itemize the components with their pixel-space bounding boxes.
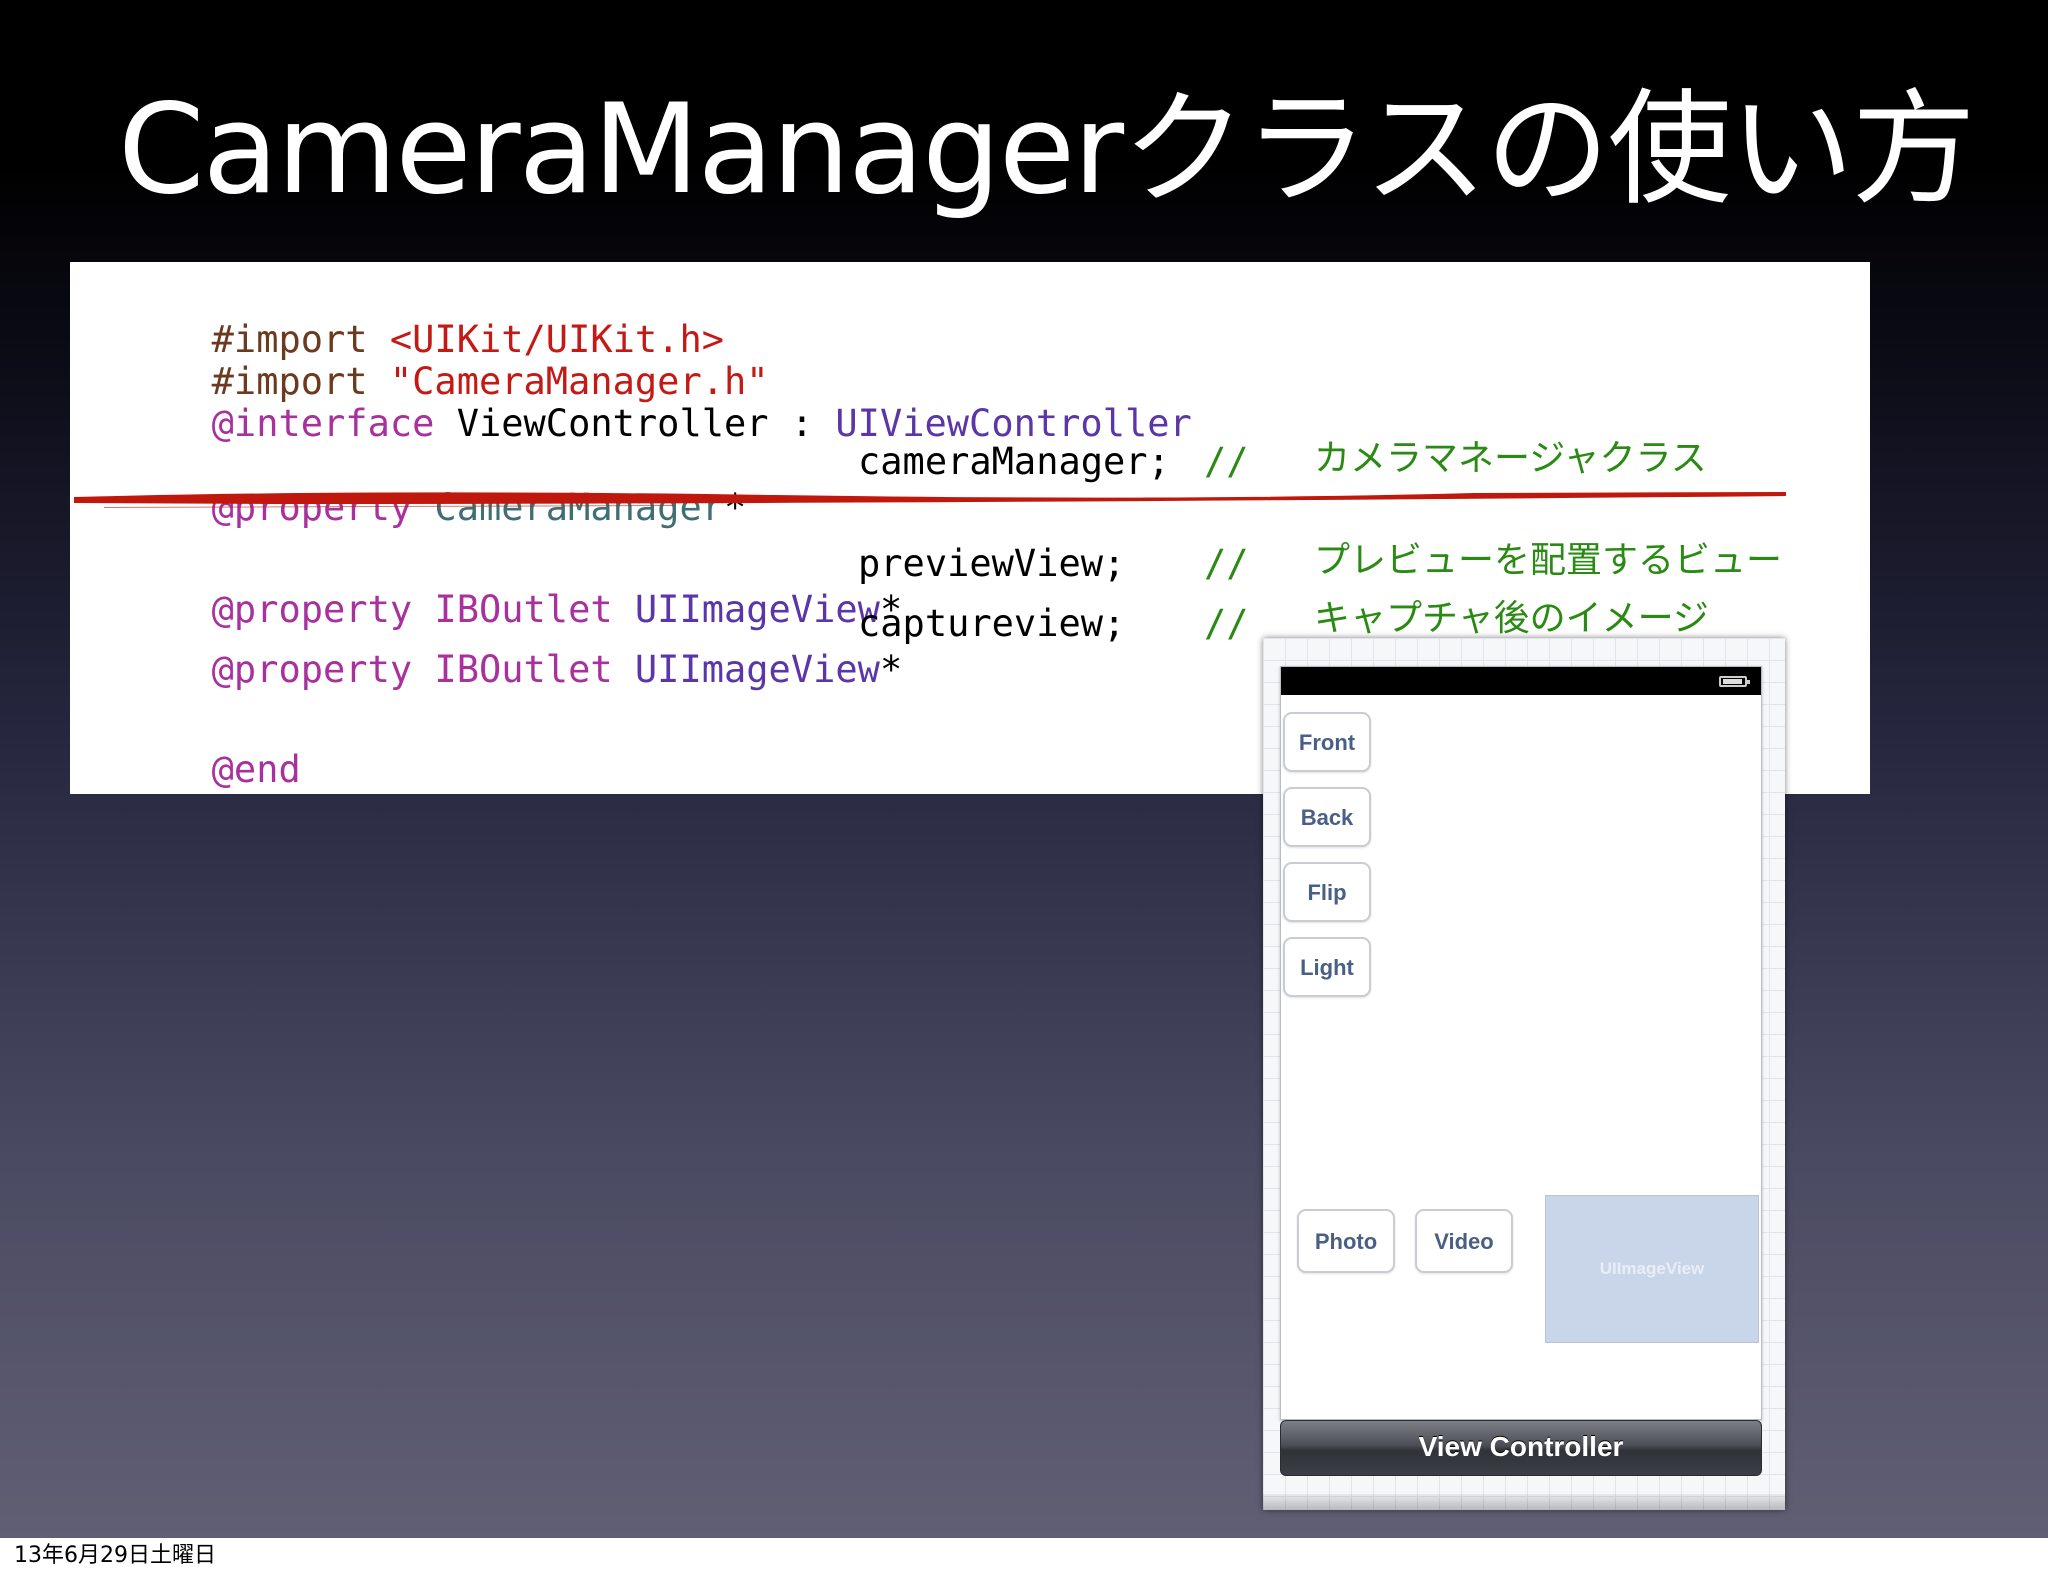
property-variable: captureview; [858, 602, 1126, 645]
pointer-star: * [879, 648, 903, 691]
property-type: UIImageView [612, 648, 880, 691]
slide: CameraManagerクラスの使い方 #import <UIKit/UIKi… [0, 0, 2048, 1538]
code-line-end: @end [78, 701, 301, 791]
comment-marker: // [1204, 602, 1249, 645]
storyboard-scene[interactable]: Front Back Flip Light Photo Video UIImag… [1263, 638, 1785, 1510]
slide-title: CameraManagerクラスの使い方 [118, 78, 1976, 222]
capture-image-view[interactable]: UIImageView [1545, 1195, 1759, 1343]
iboutlet-keyword: IBOutlet [412, 648, 613, 691]
light-button[interactable]: Light [1283, 937, 1371, 997]
comment-text: カメラマネージャクラス [1314, 438, 1707, 479]
battery-icon [1719, 676, 1750, 687]
property-variable: cameraManager; [858, 440, 1170, 483]
red-highlight-underline [74, 492, 1786, 508]
status-bar [1281, 667, 1761, 695]
end-keyword: @end [211, 748, 301, 791]
code-line-property-cameramanager: @property CameraManager* [78, 439, 747, 529]
code-line-property-previewview: @property IBOutlet UIImageView* [78, 541, 903, 631]
comment-text: キャプチャ後のイメージ [1314, 598, 1709, 639]
storyboard-bottom-shadow [1263, 1494, 1785, 1510]
code-line-import-uikit: #import <UIKit/UIKit.h> [78, 271, 724, 361]
comment-text: プレビューを配置するビュー [1314, 540, 1783, 581]
property-keyword: @property [211, 648, 413, 691]
back-button[interactable]: Back [1283, 787, 1371, 847]
flip-button[interactable]: Flip [1283, 862, 1371, 922]
photo-button[interactable]: Photo [1297, 1209, 1395, 1273]
comment-marker: // [1204, 440, 1249, 483]
video-button[interactable]: Video [1415, 1209, 1513, 1273]
comment-marker: // [1204, 542, 1249, 585]
code-line-property-captureview: @property IBOutlet UIImageView* [78, 601, 903, 691]
front-button[interactable]: Front [1283, 712, 1371, 772]
code-line-import-cameramanager: #import "CameraManager.h" [78, 313, 769, 403]
code-line-interface: @interface ViewController : UIViewContro… [78, 355, 1192, 445]
property-variable: previewView; [858, 542, 1126, 585]
view-controller-scene-bar[interactable]: View Controller [1280, 1420, 1762, 1476]
slide-footer-date: 13年6月29日土曜日 [14, 1543, 216, 1568]
phone-screen[interactable]: Front Back Flip Light Photo Video UIImag… [1280, 666, 1762, 1420]
